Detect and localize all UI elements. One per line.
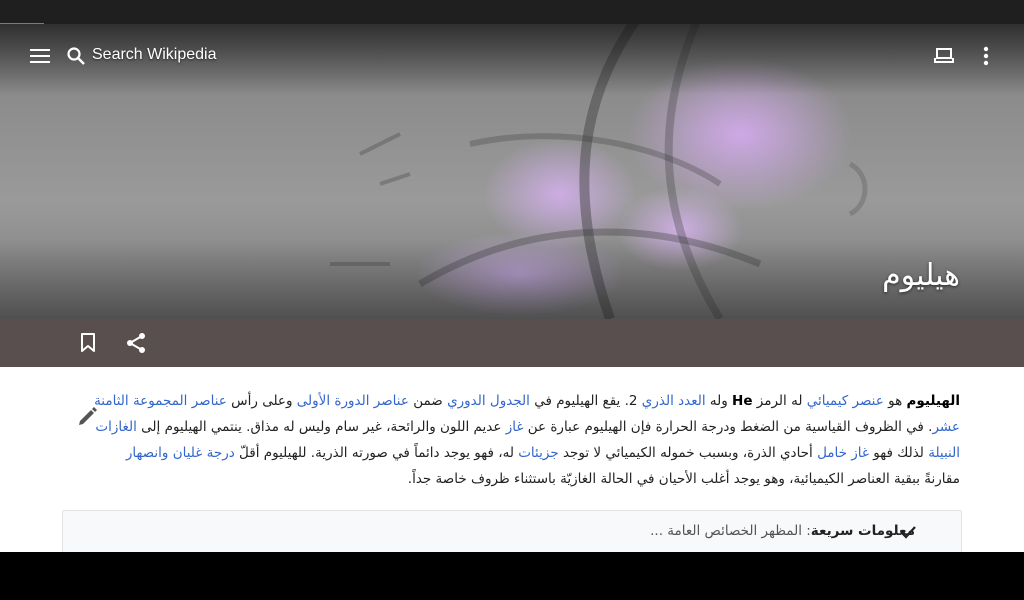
search-input[interactable]: Search Wikipedia [92,46,217,64]
text-run: مقارنةً ببقية العناصر الكيميائية، وهو يو… [407,471,960,487]
element-symbol: He [732,393,753,409]
link-chemical-element[interactable]: عنصر كيميائي [807,393,884,409]
title-scrim [0,239,1024,319]
share-icon[interactable] [124,331,148,355]
text-run: عديم اللون والرائحة، غير سام وليس له مذا… [136,419,506,435]
article-subject: الهيليوم [906,393,961,409]
article-action-bar [0,319,1024,367]
link-atomic-number[interactable]: العدد الذري [642,393,706,409]
text-run: وله [705,393,733,409]
link-inert-gas[interactable]: غاز خامل [817,445,869,461]
link-melting[interactable]: وانصهار [126,445,169,461]
text-run: له، فهو يوجد دائماً في صورته الذرية. لله… [234,445,519,461]
link-period-1[interactable]: عناصر الدورة الأولى [297,393,409,409]
expand-chevron-icon[interactable] [899,523,917,541]
quick-facts-summary: : المظهر الخصائص العامة ... [650,523,811,539]
lead-paragraph: الهيليوم هو عنصر كيميائي له الرمز He وله… [86,388,960,492]
text-run: . في الظروف القياسية من الضغط ودرجة الحر… [523,419,933,435]
text-run: ضمن [408,393,448,409]
navigation-bar-area [0,552,1024,600]
hamburger-menu-icon[interactable] [24,44,56,68]
link-gas[interactable]: غاز [506,419,524,435]
lead-image[interactable] [0,24,1024,319]
more-vert-icon[interactable] [974,42,998,70]
quick-facts-line: معلومات سريعة: المظهر الخصائص العامة ... [650,523,915,539]
link-boiling-point[interactable]: درجة غليان [173,445,235,461]
tabs-icon[interactable] [930,44,958,68]
status-strip [0,0,1024,24]
text-run: هو [883,393,907,409]
text-run: وعلى رأس [226,393,297,409]
article-title: هيليوم [882,258,960,293]
link-molecules[interactable]: جزيئات [518,445,558,461]
text-run: أحادي الذرة، وبسبب خموله الكيميائي لا تو… [558,445,818,461]
text-run: لذلك فهو [868,445,929,461]
text-run: له الرمز [752,393,807,409]
link-periodic-table[interactable]: الجدول الدوري [447,393,530,409]
text-run: 2. يقع الهيليوم في [529,393,642,409]
bookmark-icon[interactable] [76,331,100,355]
search-icon[interactable] [64,44,88,68]
